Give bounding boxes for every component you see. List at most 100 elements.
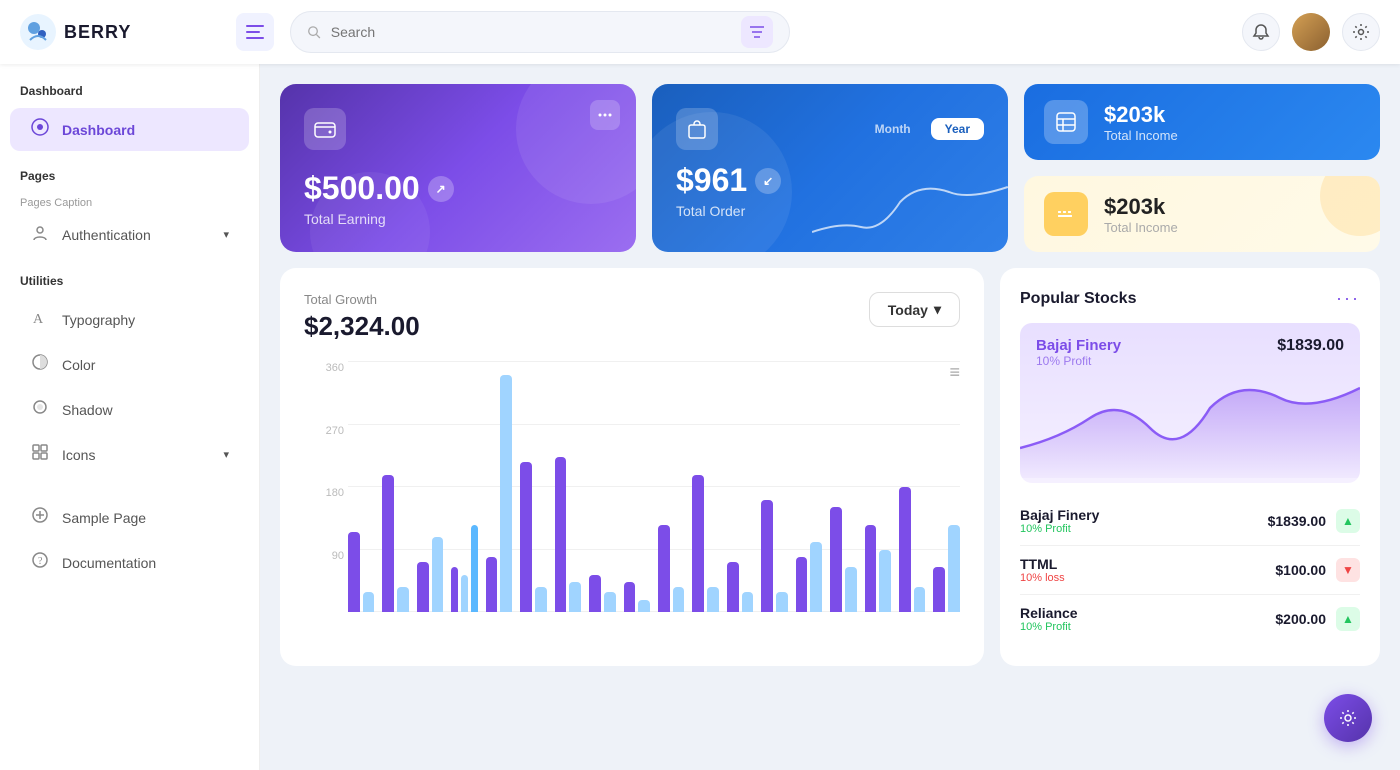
notification-button[interactable] <box>1242 13 1280 51</box>
shadow-icon <box>30 398 50 421</box>
fab-settings-button[interactable] <box>1324 694 1372 742</box>
total-earning-card: $500.00 ↗ Total Earning <box>280 84 636 252</box>
sidebar-item-typography[interactable]: A Typography <box>10 298 249 341</box>
logo-text: BERRY <box>64 22 131 43</box>
total-order-card: Month Year $961 ↙ Total Order <box>652 84 1008 252</box>
sidebar-item-typography-label: Typography <box>62 312 135 328</box>
sidebar-item-dashboard[interactable]: Dashboard <box>10 108 249 151</box>
earning-trend-icon: ↗ <box>428 176 454 202</box>
order-card-header: Month Year <box>676 108 984 150</box>
growth-card: Total Growth $2,324.00 Today ▾ ≡ <box>280 268 984 666</box>
bar-light-6 <box>569 582 581 612</box>
bar-purple-6 <box>555 457 567 612</box>
bar-light-10 <box>707 587 719 612</box>
bar-light-2 <box>432 537 444 612</box>
today-filter-button[interactable]: Today ▾ <box>869 292 960 327</box>
bar-group-2 <box>417 362 443 612</box>
bar-light-15 <box>879 550 891 613</box>
bar-light-17 <box>948 525 960 613</box>
income-amount-1: $203k <box>1104 102 1178 128</box>
sample-page-icon <box>30 506 50 529</box>
bar-light-16 <box>914 587 926 612</box>
dashboard-icon <box>30 118 50 141</box>
bar-purple-15 <box>865 525 877 613</box>
growth-header: Total Growth $2,324.00 Today ▾ <box>304 292 960 342</box>
bar-light-0 <box>363 592 375 612</box>
settings-button[interactable] <box>1342 13 1380 51</box>
income-text-1: $203k Total Income <box>1104 102 1178 143</box>
sidebar-item-authentication[interactable]: Authentication ▾ <box>10 213 249 256</box>
bottom-row: Total Growth $2,324.00 Today ▾ ≡ <box>280 268 1380 666</box>
y-axis: 360 270 180 90 <box>304 362 344 612</box>
month-toggle-button[interactable]: Month <box>861 118 925 140</box>
stock-reliance-name: Reliance <box>1020 605 1078 621</box>
sidebar-item-documentation[interactable]: ? Documentation <box>10 541 249 584</box>
sidebar-pages-caption: Pages Caption <box>0 191 259 211</box>
logo: BERRY <box>20 14 220 50</box>
chevron-down-icon: ▾ <box>934 301 941 318</box>
bar-light-13 <box>810 542 822 612</box>
bar-group-12 <box>761 362 787 612</box>
bar-light-14 <box>845 567 857 612</box>
bar-purple-4 <box>486 557 498 612</box>
income-text-2: $203k Total Income <box>1104 194 1178 235</box>
svg-text:?: ? <box>38 556 43 567</box>
sidebar-item-authentication-label: Authentication <box>62 227 151 243</box>
sidebar-item-icons[interactable]: Icons ▾ <box>10 433 249 476</box>
earning-card-menu-button[interactable] <box>590 100 620 130</box>
year-toggle-button[interactable]: Year <box>931 118 984 140</box>
growth-title: Total Growth <box>304 292 420 307</box>
bar-light-9 <box>673 587 685 612</box>
bar-purple-10 <box>692 475 704 613</box>
featured-stock-mini-chart <box>1020 368 1360 483</box>
total-income-card-2: $203k Total Income <box>1024 176 1380 252</box>
y-label-270: 270 <box>304 425 344 437</box>
bar-group-10 <box>692 362 718 612</box>
bar-light-7 <box>604 592 616 612</box>
bar-group-13 <box>796 362 822 612</box>
bar-purple-16 <box>899 487 911 612</box>
bar-light-11 <box>742 592 754 612</box>
bar-light-12 <box>776 592 788 612</box>
content-area: $500.00 ↗ Total Earning Month <box>260 64 1400 770</box>
featured-stock-header: Bajaj Finery 10% Profit $1839.00 <box>1036 337 1344 368</box>
stock-bajaj-name: Bajaj Finery <box>1020 507 1099 523</box>
featured-stock-price: $1839.00 <box>1277 337 1344 355</box>
stocks-list: Bajaj Finery 10% Profit $1839.00 ▲ TTML … <box>1020 497 1360 643</box>
featured-stock-name: Bajaj Finery <box>1036 337 1121 354</box>
bars-container <box>348 362 960 612</box>
svg-text:A: A <box>33 312 44 326</box>
stock-row-reliance: Reliance 10% Profit $200.00 ▲ <box>1020 595 1360 643</box>
sidebar-item-color[interactable]: Color <box>10 343 249 386</box>
sidebar-item-sample-page[interactable]: Sample Page <box>10 496 249 539</box>
bar-group-6 <box>555 362 581 612</box>
avatar[interactable] <box>1292 13 1330 51</box>
stocks-more-icon[interactable]: ··· <box>1336 288 1360 309</box>
fab-gear-icon <box>1338 708 1358 728</box>
search-filter-button[interactable] <box>741 16 773 48</box>
bell-icon <box>1252 23 1270 41</box>
bar-purple-7 <box>589 575 601 613</box>
bar-group-9 <box>658 362 684 612</box>
stocks-header: Popular Stocks ··· <box>1020 288 1360 309</box>
bar-mid-3 <box>471 525 478 613</box>
sidebar-item-shadow[interactable]: Shadow <box>10 388 249 431</box>
bag-icon <box>686 118 708 140</box>
stock-reliance-right: $200.00 ▲ <box>1275 607 1360 631</box>
menu-button[interactable] <box>236 13 274 51</box>
bar-purple-14 <box>830 507 842 612</box>
keyboard-icon <box>1055 203 1077 225</box>
search-input[interactable] <box>331 24 731 40</box>
bar-group-14 <box>830 362 856 612</box>
dots-icon <box>598 113 612 117</box>
stock-ttml-trend-icon: ▼ <box>1336 558 1360 582</box>
typography-icon: A <box>30 308 50 331</box>
bar-group-11 <box>727 362 753 612</box>
bar-light-4 <box>500 375 512 613</box>
icons-menu-icon <box>30 443 50 466</box>
bar-purple-12 <box>761 500 773 613</box>
bar-group-3 <box>451 362 477 612</box>
y-label-360: 360 <box>304 362 344 374</box>
bar-group-15 <box>865 362 891 612</box>
logo-icon <box>20 14 56 50</box>
